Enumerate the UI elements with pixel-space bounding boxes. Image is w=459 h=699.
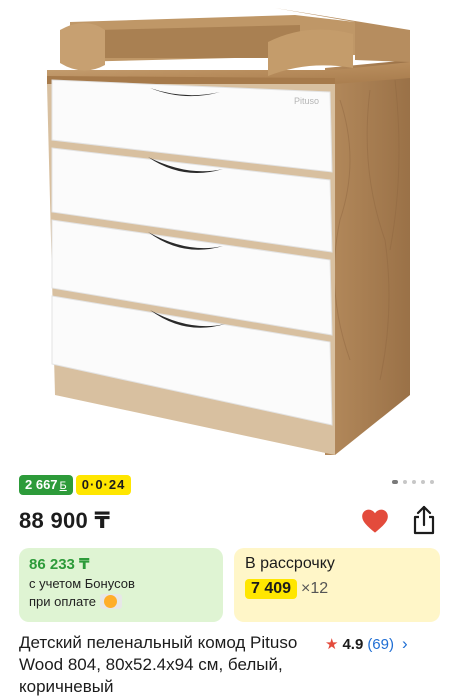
payment-logo-icon bbox=[99, 594, 122, 609]
share-icon bbox=[413, 505, 435, 535]
bonus-caption-line2-row: при оплате bbox=[29, 594, 213, 609]
installment-row: 7 409 ×12 bbox=[245, 579, 429, 599]
pagination-dot[interactable] bbox=[421, 480, 425, 484]
favorite-button[interactable] bbox=[361, 508, 389, 534]
bonus-badge-value: 2 667 bbox=[25, 477, 58, 492]
product-price: 88 900 ₸ bbox=[19, 508, 111, 533]
installment-badge: 0·0·24 bbox=[75, 475, 132, 495]
pagination-dot[interactable] bbox=[430, 480, 434, 484]
installment-title: В рассрочку bbox=[245, 555, 335, 572]
installment-card[interactable]: В рассрочку 7 409 ×12 bbox=[234, 548, 440, 622]
bonus-price: 86 233 ₸ bbox=[29, 556, 90, 573]
dresser-illustration: Pituso bbox=[47, 8, 410, 455]
rating-value: 4.9 bbox=[342, 635, 364, 653]
heart-icon bbox=[362, 509, 388, 533]
pagination-dot[interactable] bbox=[403, 480, 407, 484]
share-button[interactable] bbox=[409, 504, 439, 536]
bonus-caption-line1: с учетом Бонусов bbox=[29, 576, 135, 591]
installment-amount: 7 409 bbox=[245, 579, 298, 599]
installment-multiplier: ×12 bbox=[301, 580, 329, 597]
product-image[interactable]: Pituso bbox=[0, 0, 459, 465]
pagination-dot-active[interactable] bbox=[392, 480, 398, 484]
star-icon: ★ bbox=[325, 636, 339, 653]
bonus-caption-line2: при оплате bbox=[29, 594, 96, 609]
pagination-dot[interactable] bbox=[412, 480, 416, 484]
chevron-right-icon: › bbox=[402, 634, 408, 653]
product-title: Детский пеленальный комод Pituso Wood 80… bbox=[19, 633, 298, 696]
bonus-price-card[interactable]: 86 233 ₸ с учетом Бонусов при оплате bbox=[19, 548, 223, 622]
badge-row: 2 667 Б 0·0·24 bbox=[19, 475, 132, 495]
bonus-badge-currency: Б bbox=[59, 480, 67, 492]
image-pagination[interactable] bbox=[392, 480, 434, 484]
brand-mark: Pituso bbox=[294, 96, 319, 106]
review-count[interactable]: (69) bbox=[367, 636, 394, 653]
bonus-badge: 2 667 Б bbox=[19, 475, 73, 495]
rating-link[interactable]: ★ 4.9 (69) › bbox=[325, 634, 408, 654]
